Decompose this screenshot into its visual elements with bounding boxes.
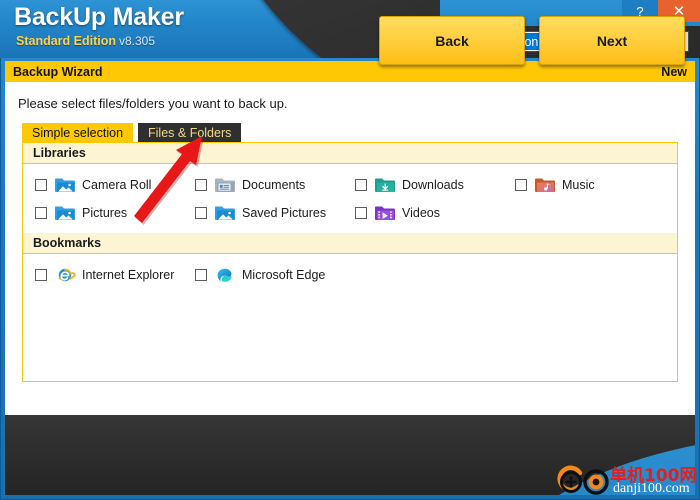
group-body-libraries: Camera Roll Documents Downloads Music Pi… xyxy=(23,164,677,233)
tab-files-and-folders-label: Files & Folders xyxy=(148,125,232,140)
list-item-music[interactable]: Music xyxy=(503,176,663,194)
folder-pictures-icon xyxy=(54,204,76,222)
group-body-bookmarks: Internet Explorer Microsoft Edge xyxy=(23,254,677,295)
list-item-microsoft-edge[interactable]: Microsoft Edge xyxy=(183,266,353,284)
checkbox-downloads[interactable] xyxy=(355,179,367,191)
checkbox-microsoft-edge[interactable] xyxy=(195,269,207,281)
list-item-downloads[interactable]: Downloads xyxy=(343,176,503,194)
app-version: v8.305 xyxy=(119,34,156,48)
group-header-bookmarks: Bookmarks xyxy=(23,233,677,254)
checkbox-videos[interactable] xyxy=(355,207,367,219)
next-button-label: Next xyxy=(596,32,628,49)
checkbox-documents[interactable] xyxy=(195,179,207,191)
checkbox-music[interactable] xyxy=(515,179,527,191)
folder-videos-icon xyxy=(374,204,396,222)
library-row-2: Pictures Saved Pictures Videos xyxy=(23,199,677,227)
tab-simple-selection[interactable]: Simple selection xyxy=(22,123,134,142)
checkbox-saved-pictures[interactable] xyxy=(195,207,207,219)
app-edition-label: Standard Edition xyxy=(16,34,116,48)
list-item-pictures-label: Pictures xyxy=(82,206,128,220)
app-title: BackUp Maker xyxy=(14,3,184,31)
microsoft-edge-icon xyxy=(214,266,236,284)
back-button[interactable]: Back xyxy=(379,16,525,65)
library-row-1: Camera Roll Documents Downloads Music xyxy=(23,171,677,199)
folder-pictures-icon xyxy=(214,204,236,222)
tab-simple-selection-label: Simple selection xyxy=(32,125,124,140)
list-item-camera-roll-label: Camera Roll xyxy=(82,178,152,192)
list-item-music-label: Music xyxy=(562,178,595,192)
footer-curve-decoration xyxy=(475,435,695,495)
list-item-saved-pictures[interactable]: Saved Pictures xyxy=(183,204,343,222)
list-item-saved-pictures-label: Saved Pictures xyxy=(242,206,327,220)
selection-panel: Libraries Camera Roll Documents Download… xyxy=(22,142,678,382)
back-button-label: Back xyxy=(435,32,469,49)
bookmark-row-1: Internet Explorer Microsoft Edge xyxy=(23,261,677,289)
checkbox-camera-roll[interactable] xyxy=(35,179,47,191)
group-header-libraries-label: Libraries xyxy=(33,146,86,160)
tab-files-and-folders[interactable]: Files & Folders xyxy=(138,123,242,142)
folder-pictures-icon xyxy=(54,176,76,194)
list-item-videos[interactable]: Videos xyxy=(343,204,503,222)
wizard-new-label[interactable]: New xyxy=(661,65,687,79)
group-header-libraries: Libraries xyxy=(23,143,677,164)
checkbox-pictures[interactable] xyxy=(35,207,47,219)
list-item-internet-explorer-label: Internet Explorer xyxy=(82,268,175,282)
next-button[interactable]: Next xyxy=(539,16,685,65)
wizard-bar-title: Backup Wizard xyxy=(13,64,103,79)
list-item-documents-label: Documents xyxy=(242,178,306,192)
folder-downloads-icon xyxy=(374,176,396,194)
tab-strip: Simple selection Files & Folders xyxy=(22,123,242,142)
list-item-documents[interactable]: Documents xyxy=(183,176,343,194)
footer-bar xyxy=(5,415,695,495)
list-item-downloads-label: Downloads xyxy=(402,178,464,192)
list-item-videos-label: Videos xyxy=(402,206,440,220)
backup-maker-window: BackUp Maker Standard Edition v8.305 ? ✕ … xyxy=(0,0,700,500)
list-item-microsoft-edge-label: Microsoft Edge xyxy=(242,268,326,282)
folder-music-icon xyxy=(534,176,556,194)
list-item-camera-roll[interactable]: Camera Roll xyxy=(23,176,183,194)
app-edition: Standard Edition v8.305 xyxy=(16,34,155,48)
list-item-internet-explorer[interactable]: Internet Explorer xyxy=(23,266,183,284)
internet-explorer-icon xyxy=(54,266,76,284)
list-item-pictures[interactable]: Pictures xyxy=(23,204,183,222)
instruction-text: Please select files/folders you want to … xyxy=(18,96,288,111)
checkbox-internet-explorer[interactable] xyxy=(35,269,47,281)
folder-documents-icon xyxy=(214,176,236,194)
content-area: Please select files/folders you want to … xyxy=(5,82,695,415)
group-header-bookmarks-label: Bookmarks xyxy=(33,236,102,250)
